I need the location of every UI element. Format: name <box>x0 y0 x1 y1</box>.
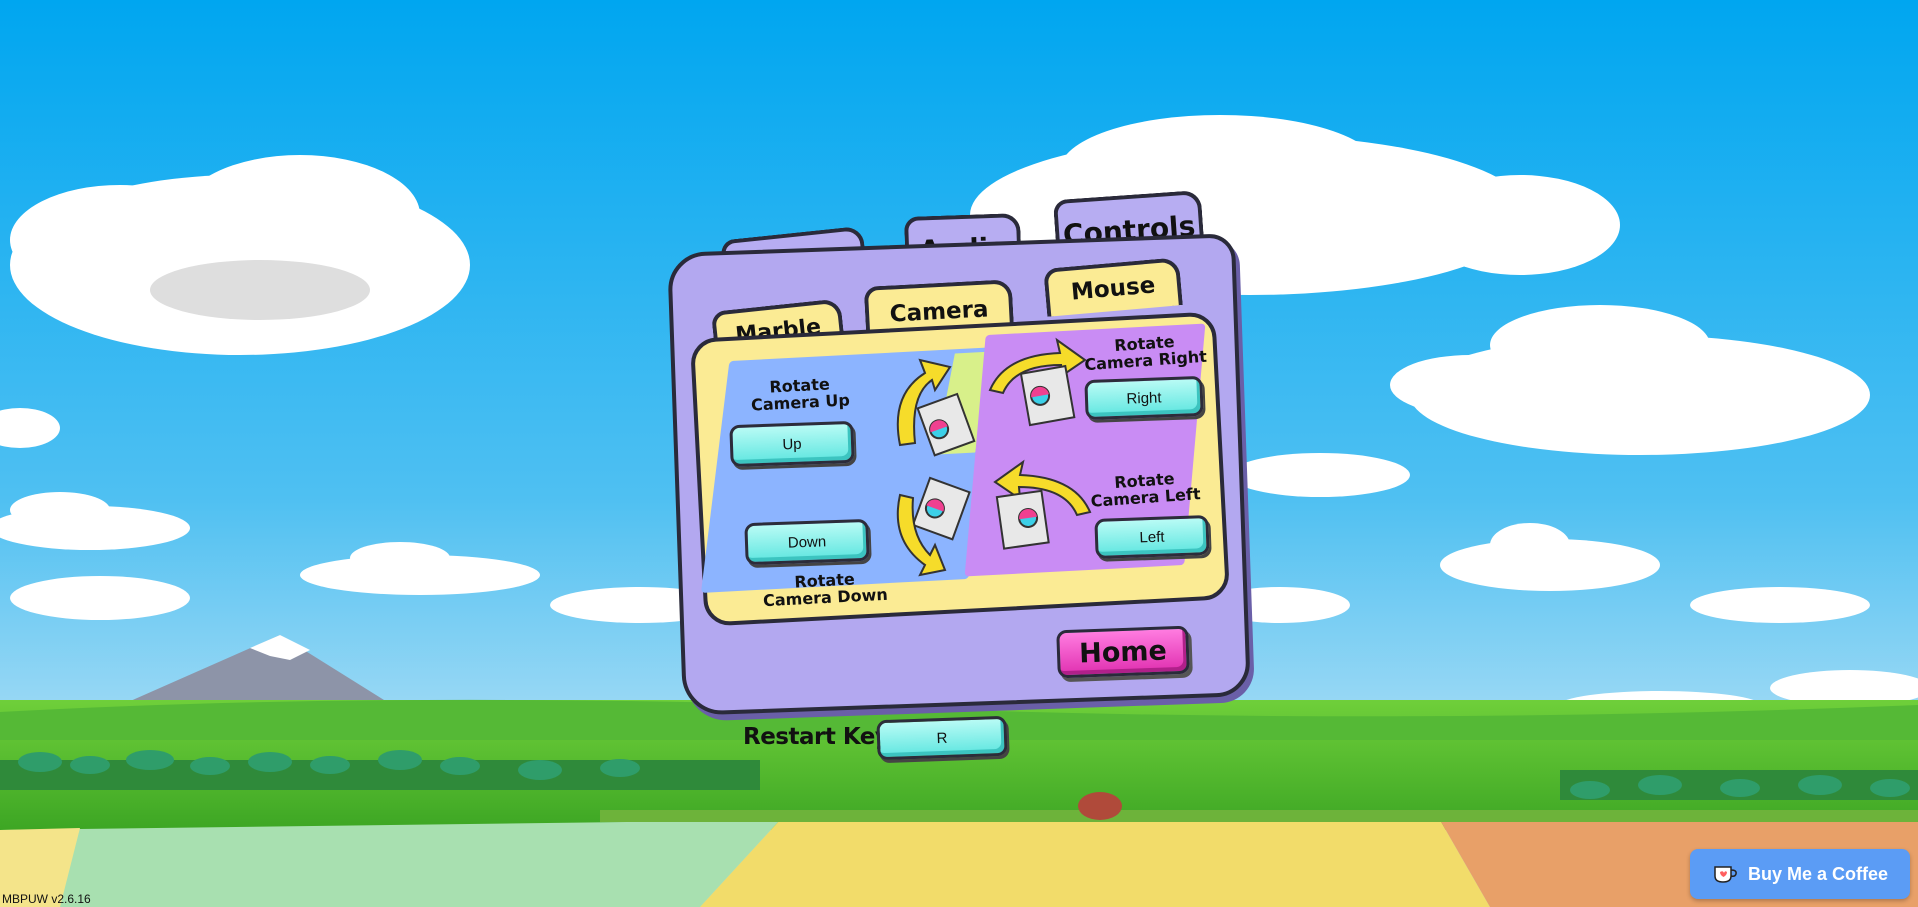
restart-key-button[interactable]: R <box>876 715 1008 761</box>
settings-panel: Graphics Audio Controls Marble Camera Mo… <box>667 189 1251 716</box>
version-text: MBPUW v2.6.16 <box>2 892 91 906</box>
camera-right-illustration <box>988 337 1087 427</box>
rotate-left-key-button[interactable]: Left <box>1094 515 1210 559</box>
restart-key-label: Restart Key <box>743 724 890 750</box>
coffee-button-label: Buy Me a Coffee <box>1747 863 1889 884</box>
buy-me-a-coffee-button[interactable]: Buy Me a Coffee <box>1690 849 1910 899</box>
rotate-down-key-button[interactable]: Down <box>744 518 870 566</box>
rotate-down-label: Rotate Camera Down <box>754 568 896 610</box>
camera-up-illustration <box>896 358 976 457</box>
rotate-right-key-button[interactable]: Right <box>1084 375 1204 421</box>
camera-left-illustration <box>993 459 1092 550</box>
camera-down-illustration <box>896 476 971 577</box>
coffee-cup-icon <box>1712 864 1738 884</box>
home-button[interactable]: Home <box>1056 625 1190 679</box>
rotate-up-key-button[interactable]: Up <box>729 420 855 468</box>
rotate-up-label: Rotate Camera Up <box>739 374 861 414</box>
rotate-left-label: Rotate Camera Left <box>1084 468 1206 511</box>
